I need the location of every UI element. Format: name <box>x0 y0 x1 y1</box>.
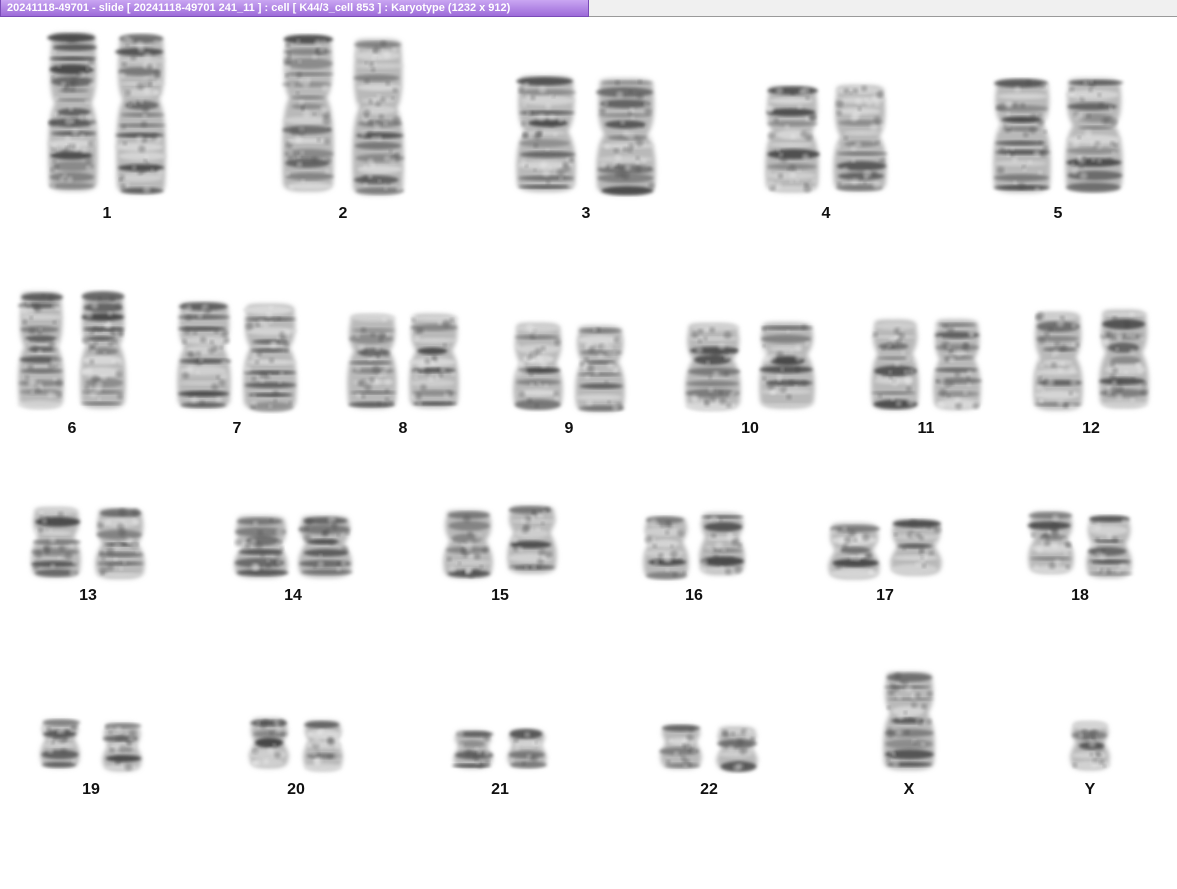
karyogram-area: 1 2 3 4 5 6 7 8 9 10 11 12 13 14 15 16 17 18 19 20 21 22 X Y <box>0 18 1177 889</box>
window-titlebar: 20241118-49701 - slide [ 20241118-49701 … <box>0 0 1177 17</box>
chromosome-single[interactable] <box>1070 721 1111 771</box>
chromatin-speckle <box>1078 733 1083 738</box>
chromatin-speckle <box>1091 760 1098 768</box>
chromatin-speckle <box>1081 728 1088 735</box>
chromatin-speckle <box>1088 740 1096 748</box>
chromosome-band <box>1071 752 1108 759</box>
chromatin-speckle <box>1087 731 1095 739</box>
chromatin-speckle <box>1089 752 1094 757</box>
chromatin-speckle <box>1097 743 1104 751</box>
chromosome-label-y: Y <box>1084 781 1096 798</box>
chromatin-speckle <box>1072 763 1078 768</box>
chromatin-speckle <box>1096 752 1102 758</box>
window-title-tab[interactable]: 20241118-49701 - slide [ 20241118-49701 … <box>0 0 589 17</box>
chromatin-speckle <box>1092 737 1096 741</box>
chromatin-speckle <box>1102 764 1106 768</box>
chromatin-speckle <box>1099 759 1105 765</box>
chromosome-figure-y <box>1070 721 1111 771</box>
chromosome-band <box>1072 721 1108 731</box>
